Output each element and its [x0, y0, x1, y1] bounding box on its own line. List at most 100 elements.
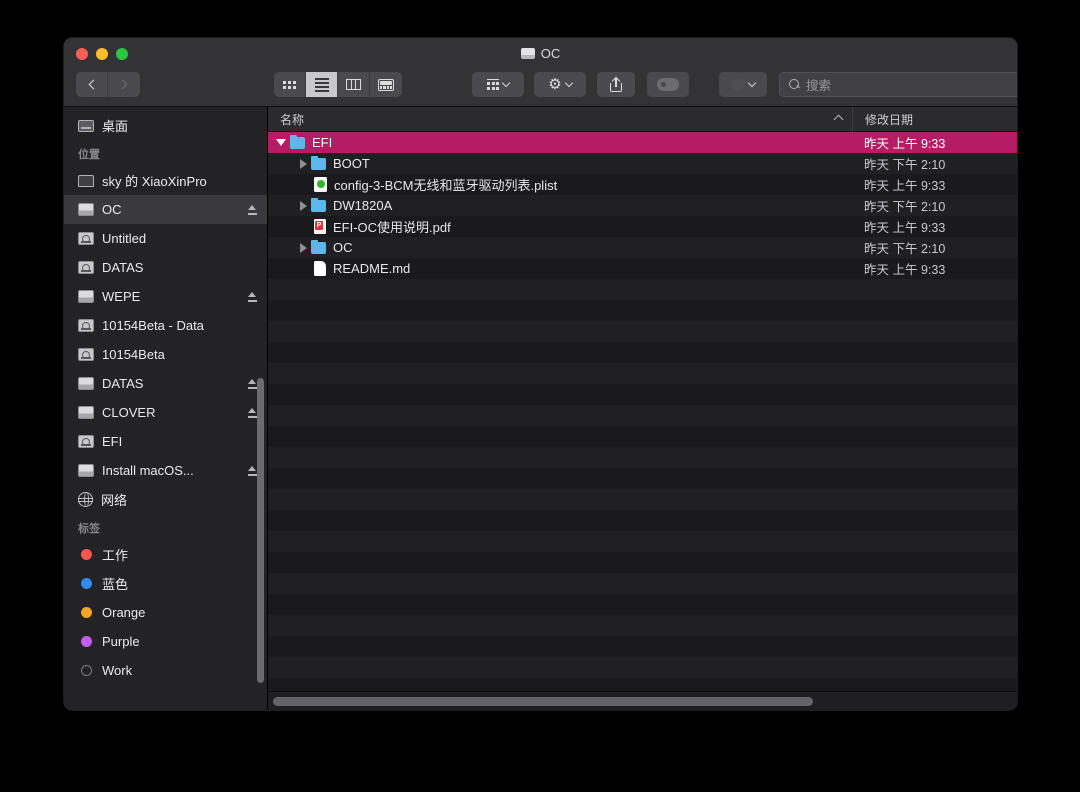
arrange-icon [486, 79, 500, 90]
file-date-modified: 昨天 上午 9:33 [864, 263, 946, 277]
share-icon [610, 76, 622, 92]
sidebar-tag-work[interactable]: Work [64, 656, 267, 685]
file-name-cell: EFI [268, 135, 852, 150]
file-date-modified: 昨天 上午 9:33 [864, 137, 946, 151]
eject-icon[interactable] [248, 378, 257, 389]
tag-dot-icon [81, 549, 92, 560]
sidebar-item-datas-1[interactable]: DATAS [64, 253, 267, 282]
hdd-icon [78, 435, 94, 448]
sidebar-tag-purple[interactable]: Purple [64, 627, 267, 656]
horizontal-scrollbar-thumb[interactable] [273, 697, 813, 706]
doc-icon [314, 261, 326, 276]
desktop-icon [78, 119, 94, 132]
sidebar-item-desktop[interactable]: 桌面 [64, 111, 267, 140]
network-icon [77, 491, 93, 507]
file-name-cell: DW1820A [268, 198, 852, 213]
empty-row [268, 279, 1017, 300]
chevron-down-icon [501, 78, 511, 88]
eject-icon[interactable] [248, 204, 257, 215]
tag-dot-icon [81, 636, 92, 647]
empty-row [268, 636, 1017, 657]
file-name-label: BOOT [333, 156, 370, 171]
forward-button[interactable] [108, 72, 140, 97]
sidebar-item-label: Work [102, 663, 133, 678]
file-name-label: README.md [333, 261, 411, 276]
file-name-cell: config-3-BCM无线和蓝牙驱动列表.plist [268, 175, 852, 194]
sidebar-item-network[interactable]: 网络 [64, 485, 267, 514]
finder-window: OC ⚙ 搜索 桌面 位置 sky 的 XiaoXinPro OC Untitl… [64, 38, 1017, 710]
gallery-view-button[interactable] [370, 72, 402, 97]
drive-icon [78, 290, 94, 303]
sidebar-item-label: 10154Beta - Data [102, 318, 204, 333]
empty-row [268, 489, 1017, 510]
empty-row [268, 363, 1017, 384]
horizontal-scrollbar-track[interactable] [268, 691, 1017, 710]
sidebar-item-10154beta-data[interactable]: 10154Beta - Data [64, 311, 267, 340]
empty-row [268, 426, 1017, 447]
table-row[interactable]: BOOT 昨天 下午 2:10 [268, 153, 1017, 174]
disclosure-triangle-open-icon[interactable] [276, 139, 286, 146]
table-row[interactable]: EFI 昨天 上午 9:33 [268, 132, 1017, 153]
action-menu-button[interactable]: ⚙ [534, 72, 586, 97]
sidebar-item-untitled[interactable]: Untitled [64, 224, 267, 253]
sidebar-item-label: DATAS [102, 260, 144, 275]
sidebar-item-install-macos[interactable]: Install macOS... [64, 456, 267, 485]
list-icon [314, 77, 329, 92]
sidebar-item-label: 网络 [101, 493, 128, 508]
empty-row [268, 447, 1017, 468]
sidebar-item-oc[interactable]: OC [64, 195, 267, 224]
tag-dot-icon [81, 665, 92, 676]
sidebar-item-efi[interactable]: EFI [64, 427, 267, 456]
folder-icon [290, 135, 305, 149]
tag-dot-icon [81, 578, 92, 589]
sidebar-item-label: 工作 [102, 548, 129, 563]
disclosure-triangle-closed-icon[interactable] [300, 242, 307, 253]
file-date-modified: 昨天 上午 9:33 [864, 221, 946, 235]
disclosure-triangle-closed-icon[interactable] [300, 200, 307, 211]
quick-action-button[interactable] [719, 72, 767, 97]
empty-row [268, 300, 1017, 321]
file-name-cell: OC [268, 240, 852, 255]
sidebar-tag-lanse[interactable]: 蓝色 [64, 569, 267, 598]
column-view-button[interactable] [338, 72, 370, 97]
drive-icon [520, 48, 535, 59]
hdd-icon [78, 348, 94, 361]
table-row[interactable]: README.md 昨天 上午 9:33 [268, 258, 1017, 279]
sidebar-tag-gongzuo[interactable]: 工作 [64, 540, 267, 569]
sidebar-item-label: OC [102, 202, 122, 217]
sidebar-item-sky-xiaoxinpro[interactable]: sky 的 XiaoXinPro [64, 166, 267, 195]
search-input[interactable]: 搜索 [779, 72, 1017, 97]
column-header-date-modified[interactable]: 修改日期 [852, 107, 1017, 132]
list-view-button[interactable] [306, 72, 338, 97]
file-date-modified: 昨天 下午 2:10 [864, 242, 946, 256]
hdd-icon [78, 232, 94, 245]
share-button[interactable] [597, 72, 635, 97]
column-header-name[interactable]: 名称 [268, 111, 852, 128]
table-row[interactable]: config-3-BCM无线和蓝牙驱动列表.plist 昨天 上午 9:33 [268, 174, 1017, 195]
sidebar-item-clover[interactable]: CLOVER [64, 398, 267, 427]
arrange-button[interactable] [472, 72, 524, 97]
table-row[interactable]: DW1820A 昨天 下午 2:10 [268, 195, 1017, 216]
sidebar-tag-orange[interactable]: Orange [64, 598, 267, 627]
back-button[interactable] [76, 72, 108, 97]
sidebar-item-label: sky 的 XiaoXinPro [102, 174, 207, 189]
eject-icon[interactable] [248, 291, 257, 302]
chevron-down-icon [564, 78, 573, 88]
eject-icon[interactable] [248, 407, 257, 418]
drive-icon [78, 377, 94, 390]
tag-button[interactable] [647, 72, 689, 97]
sidebar-item-10154beta[interactable]: 10154Beta [64, 340, 267, 369]
eject-icon[interactable] [248, 465, 257, 476]
sidebar-scrollbar[interactable] [257, 378, 264, 683]
table-row[interactable]: OC 昨天 下午 2:10 [268, 237, 1017, 258]
sidebar-item-datas-2[interactable]: DATAS [64, 369, 267, 398]
file-name-label: OC [333, 240, 353, 255]
sidebar-item-wepe[interactable]: WEPE [64, 282, 267, 311]
icon-view-button[interactable] [274, 72, 306, 97]
sidebar: 桌面 位置 sky 的 XiaoXinPro OC Untitled DATAS [64, 107, 268, 710]
empty-row [268, 384, 1017, 405]
window-body: 桌面 位置 sky 的 XiaoXinPro OC Untitled DATAS [64, 107, 1017, 710]
disclosure-triangle-closed-icon[interactable] [300, 158, 307, 169]
table-row[interactable]: EFI-OC使用说明.pdf 昨天 上午 9:33 [268, 216, 1017, 237]
file-name-label: config-3-BCM无线和蓝牙驱动列表.plist [334, 178, 558, 193]
